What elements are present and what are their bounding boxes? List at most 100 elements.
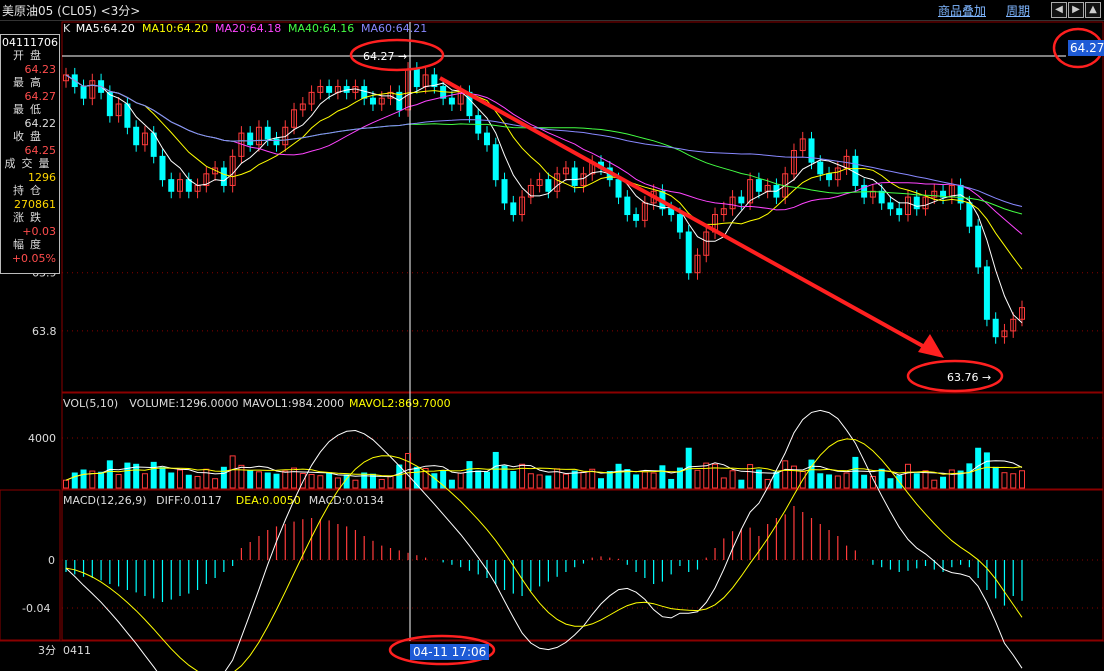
volume-bar <box>361 472 368 489</box>
start-date-label: 0411 <box>63 644 91 657</box>
volume-bar <box>826 474 833 489</box>
macd-legend-item: MACD:0.0134 <box>309 494 384 507</box>
volume-bar <box>615 463 622 489</box>
volume-bar <box>185 474 192 489</box>
volume-bar <box>63 479 69 489</box>
candle-body <box>369 97 376 105</box>
volume-bar <box>352 479 359 489</box>
candle-body <box>826 173 833 181</box>
volume-bar <box>624 469 631 489</box>
volume-bar <box>448 479 455 489</box>
volume-bar <box>852 456 859 489</box>
volume-bar <box>291 467 298 489</box>
volume-bar <box>650 472 657 489</box>
volume-bar <box>264 472 271 489</box>
chart-canvas[interactable]: K MA5:64.20 MA10:64.20 MA20:64.18 MA40:64.16… <box>0 0 1104 671</box>
price-legend-item: K <box>63 22 71 35</box>
candle-body <box>615 179 622 198</box>
price-legend-item: MA40:64.16 <box>288 22 354 35</box>
volume-bar <box>98 471 105 489</box>
volume-bar <box>738 479 745 489</box>
volume-bar <box>983 452 990 489</box>
side-label: 持仓 <box>13 184 47 197</box>
candle-body <box>185 179 192 192</box>
side-label: 幅度 <box>13 238 47 251</box>
volume-bar <box>273 473 280 489</box>
candle-body <box>624 196 631 216</box>
candle-body <box>448 97 455 105</box>
side-label: 最低 <box>13 103 47 116</box>
volume-bar <box>71 472 78 489</box>
volume-bar <box>510 471 517 489</box>
candle-body <box>510 202 517 216</box>
volume-bar <box>729 470 736 489</box>
volume-bar <box>247 470 254 489</box>
current-price-box: 64.27 <box>1068 40 1104 56</box>
side-value: 64.25 <box>24 144 57 157</box>
ma10-line <box>65 74 1023 270</box>
volume-bar <box>133 463 140 489</box>
candle-body <box>545 179 552 192</box>
candle-body <box>975 225 982 268</box>
volume-bar <box>308 474 315 489</box>
macd-diff-line <box>65 409 1023 671</box>
candle-body <box>852 155 859 186</box>
period-label: 3分 <box>38 644 56 657</box>
volume-bar <box>457 472 464 489</box>
cursor-datetime: 04-11 17:06 <box>410 644 490 660</box>
volume-bar <box>387 475 394 489</box>
price-legend-item: MA10:64.20 <box>142 22 208 35</box>
volume-legend-item: MAVOL1:984.2000 <box>243 397 345 410</box>
quote-info-panel: 04111706 开盘 64.23 最高 64.27 最低 64.22 收盘 64.25 成交量… <box>0 34 60 274</box>
volume-bar <box>396 464 403 489</box>
volume-bar <box>817 473 824 489</box>
candle-body <box>413 68 420 88</box>
side-value: +0.05% <box>11 252 56 265</box>
candle-body <box>685 231 692 274</box>
candle-body <box>273 138 280 146</box>
volume-bar <box>703 462 710 489</box>
candle-body <box>887 202 894 210</box>
volume-bar <box>641 471 648 489</box>
candle-body <box>992 318 999 338</box>
volume-bar <box>975 447 982 489</box>
volume-bar <box>212 478 219 489</box>
candle-body <box>133 126 140 146</box>
volume-bar <box>317 475 324 489</box>
volume-bar <box>431 473 438 489</box>
volume-legend-item: MAVOL2:869.7000 <box>349 397 451 410</box>
volume-bar <box>668 478 675 489</box>
volume-bar <box>483 471 490 489</box>
volume-bar <box>282 470 289 489</box>
price-legend-item: MA5:64.20 <box>76 22 135 35</box>
volume-bar <box>562 473 569 489</box>
side-value: 64.27 <box>24 90 57 103</box>
candle-body <box>501 179 508 204</box>
candle-body <box>817 161 824 175</box>
side-value: +0.03 <box>22 225 56 238</box>
candle-body <box>492 144 499 181</box>
volume-bar <box>492 451 499 489</box>
macd-tick-label: 0 <box>48 554 55 567</box>
volume-bar <box>106 460 113 489</box>
price-legend-item: MA20:64.18 <box>215 22 281 35</box>
side-label: 涨跌 <box>13 211 47 224</box>
volume-bar <box>378 478 385 489</box>
volume-bar <box>220 466 227 489</box>
candle-body <box>966 202 973 227</box>
macd-legend-item: DEA:0.0050 <box>236 494 301 507</box>
volume-bar <box>922 470 929 489</box>
volume-bar <box>475 470 482 489</box>
volume-bar <box>1001 472 1008 489</box>
volume-bar <box>598 478 605 489</box>
volume-bar <box>931 479 938 489</box>
side-label: 最高 <box>13 76 47 89</box>
volume-bar <box>659 465 666 489</box>
price-legend-item: MA60:64.21 <box>361 22 427 35</box>
macd-legend-item: MACD(12,26,9) <box>63 494 147 507</box>
volume-tick-label: 4000 <box>28 432 56 445</box>
candle-body <box>80 86 87 99</box>
candle-body <box>220 167 227 186</box>
candle-body <box>668 208 675 216</box>
candle-body <box>483 132 490 146</box>
